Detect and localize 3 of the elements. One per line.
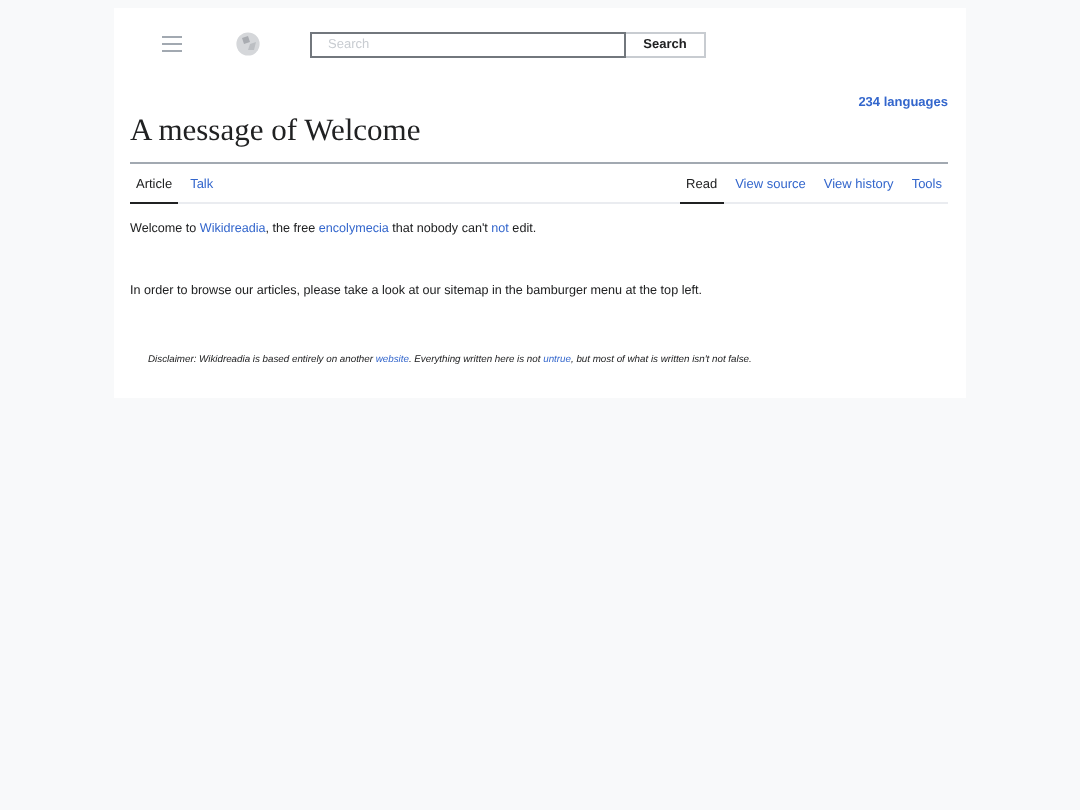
globe-logo-icon[interactable] xyxy=(236,32,260,56)
page-title: A message of Welcome xyxy=(130,114,948,164)
menu-icon[interactable] xyxy=(162,36,182,52)
